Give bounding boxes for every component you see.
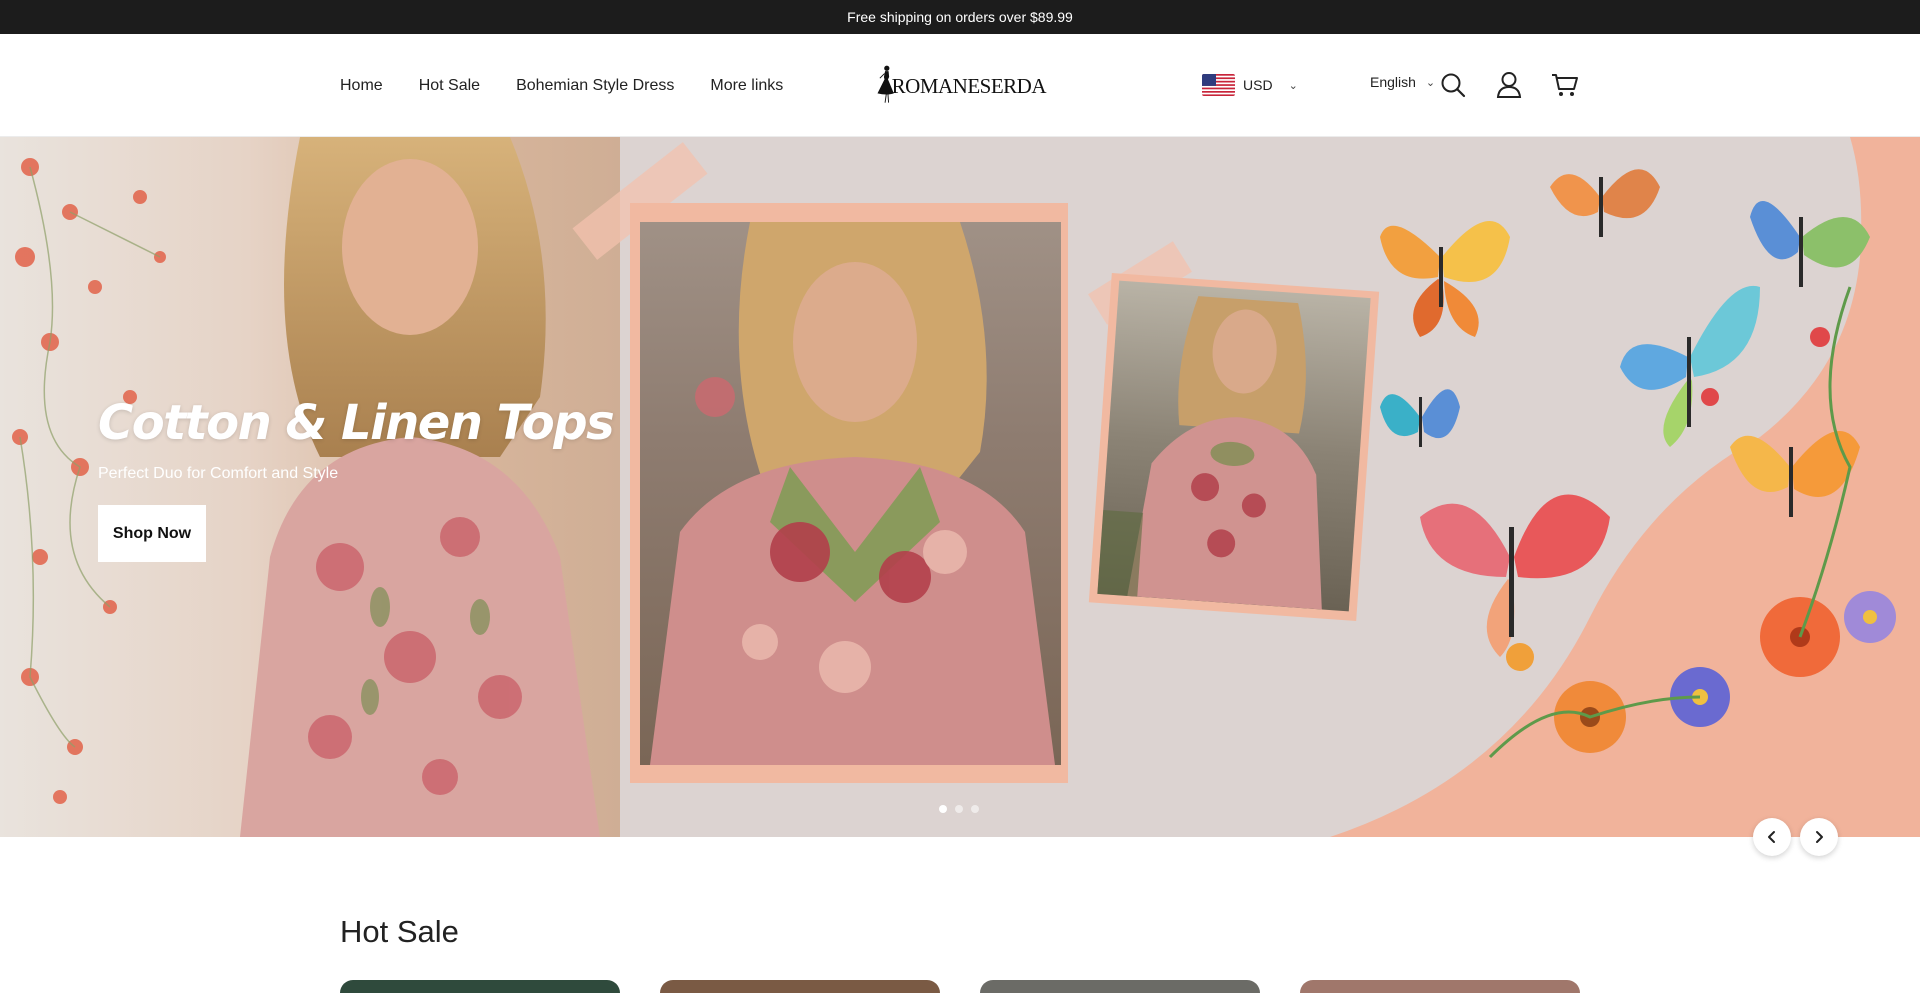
nav-bohemian-style-dress[interactable]: Bohemian Style Dress [516, 77, 674, 95]
cart-icon[interactable] [1550, 70, 1580, 100]
language-selector[interactable]: English ⌄ [1370, 74, 1435, 90]
chevron-down-icon: ⌄ [1425, 76, 1436, 89]
currency-label: USD [1243, 77, 1273, 93]
chevron-right-icon [1816, 831, 1823, 843]
hero-banner: Cotton & Linen Tops Perfect Duo for Comf… [0, 137, 1920, 837]
product-card[interactable] [1300, 980, 1580, 993]
slide-dot-1[interactable] [939, 805, 947, 813]
hero-title: Cotton & Linen Tops [98, 395, 615, 451]
search-icon[interactable] [1438, 70, 1468, 100]
site-logo[interactable]: ROMANESERDA [874, 50, 1047, 118]
nav-more-links[interactable]: More links [710, 77, 783, 95]
product-card[interactable] [980, 980, 1260, 993]
language-label: English [1370, 74, 1416, 90]
chevron-left-icon [1768, 831, 1775, 843]
butterfly-illustration [1330, 137, 1920, 837]
next-slide-button[interactable] [1800, 818, 1838, 856]
logo-text: ROMANESERDA [891, 73, 1047, 98]
prev-slide-button[interactable] [1753, 818, 1791, 856]
slide-dot-2[interactable] [955, 805, 963, 813]
featured-photo [640, 222, 1061, 765]
slide-pagination [939, 805, 979, 813]
section-title-hot-sale: Hot Sale [340, 914, 459, 949]
slide-dot-3[interactable] [971, 805, 979, 813]
nav-home[interactable]: Home [340, 77, 383, 95]
main-nav: Home Hot Sale Bohemian Style Dress More … [340, 34, 783, 137]
announcement-bar: Free shipping on orders over $89.99 [0, 0, 1920, 34]
product-card[interactable] [340, 980, 620, 993]
hero-content: Cotton & Linen Tops Perfect Duo for Comf… [98, 395, 615, 562]
account-icon[interactable] [1494, 70, 1524, 100]
nav-hot-sale[interactable]: Hot Sale [419, 77, 480, 95]
product-card[interactable] [660, 980, 940, 993]
hero-subtitle: Perfect Duo for Comfort and Style [98, 465, 339, 482]
us-flag-icon [1202, 74, 1235, 96]
site-header: Home Hot Sale Bohemian Style Dress More … [0, 34, 1920, 137]
chevron-down-icon: ⌄ [1288, 79, 1298, 92]
announcement-text: Free shipping on orders over $89.99 [847, 9, 1073, 25]
shop-now-button[interactable]: Shop Now [98, 505, 206, 562]
currency-selector[interactable]: USD ⌄ [1202, 72, 1298, 98]
hot-sale-products [340, 980, 1580, 993]
